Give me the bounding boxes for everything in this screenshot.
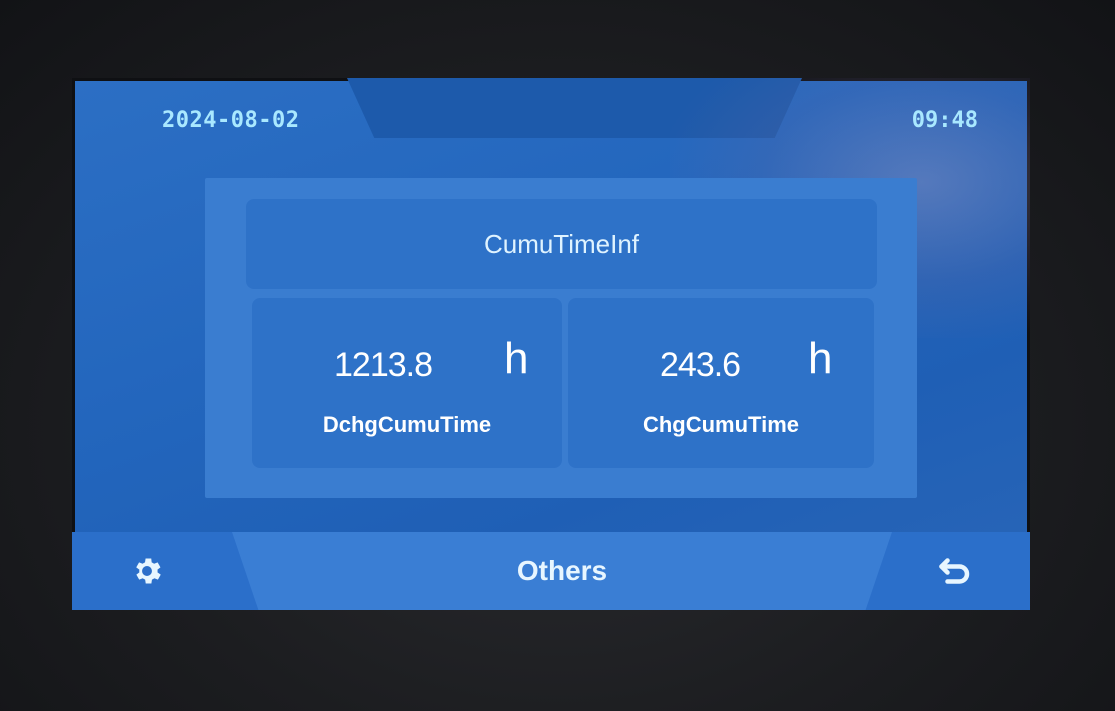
device-bezel: 2024-08-02 09:48 CumuTimeInf 1213.8 h Dc… [0, 0, 1115, 711]
charge-time-value: 243.6 [660, 346, 741, 384]
gear-icon [136, 558, 161, 584]
discharge-time-label: DchgCumuTime [322, 412, 492, 437]
time-display: 09:48 [911, 108, 978, 133]
charge-time-unit: h [808, 334, 833, 383]
date-display: 2024-08-02 [162, 108, 300, 133]
settings-button[interactable] [72, 532, 222, 610]
display-screen: 2024-08-02 09:48 CumuTimeInf 1213.8 h Dc… [72, 78, 1030, 610]
back-arrow-icon [939, 558, 970, 584]
cumulative-time-panel: CumuTimeInf 1213.8 h DchgCumuTime 243.6 … [205, 178, 917, 498]
top-notch [347, 78, 802, 138]
others-label[interactable]: Others [232, 532, 892, 610]
discharge-time-value: 1213.8 [334, 346, 433, 384]
charge-time-label: ChgCumuTime [642, 412, 800, 437]
discharge-time-card: 1213.8 h DchgCumuTime [252, 298, 562, 468]
back-button[interactable] [880, 532, 1030, 610]
panel-title: CumuTimeInf [246, 199, 877, 289]
discharge-time-unit: h [504, 334, 529, 383]
charge-time-card: 243.6 h ChgCumuTime [568, 298, 874, 468]
